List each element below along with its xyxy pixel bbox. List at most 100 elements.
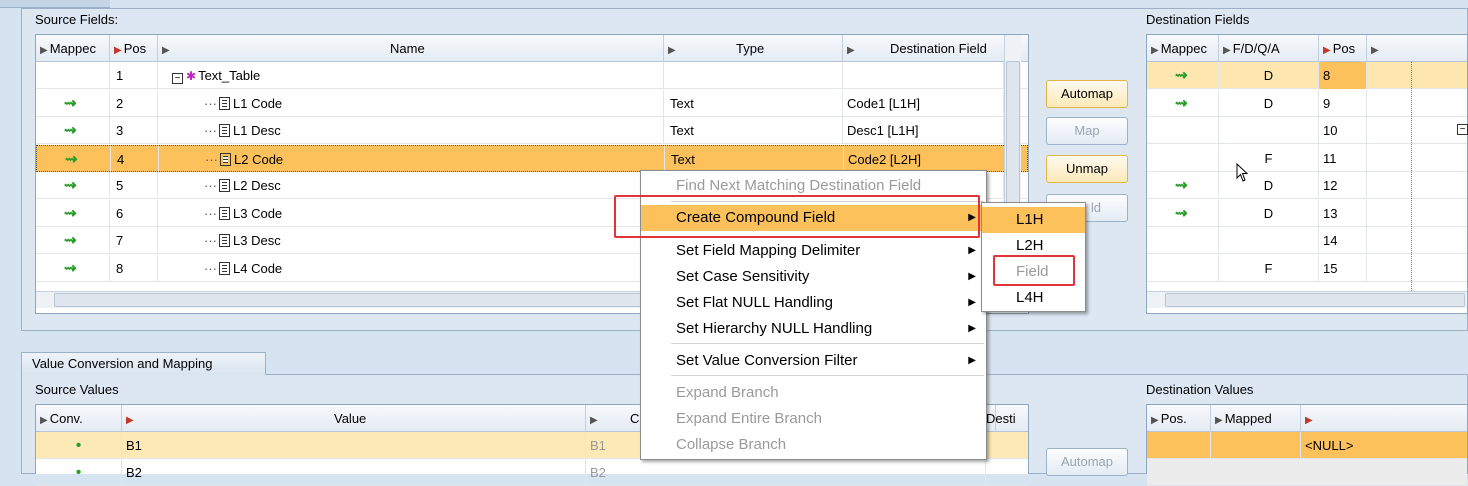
dcol-fdqa[interactable]: ▶ F/D/Q/A (1219, 35, 1319, 62)
mapped-status-cell: ⇝ (36, 199, 110, 227)
mapped-icon: ⇝ (1175, 204, 1188, 222)
menu-item-expand-branch[interactable]: Expand Branch (641, 380, 986, 406)
col-name[interactable]: ▶ Name (158, 35, 664, 62)
col-mapped[interactable]: ▶ Mappec (36, 35, 110, 62)
fdqa-cell: D (1219, 89, 1319, 117)
vcol-destination[interactable]: Desti (986, 405, 1030, 432)
expand-icon[interactable]: − (1457, 124, 1468, 135)
mapped-icon: ⇝ (1175, 67, 1188, 84)
destination-value-row[interactable]: <NULL> (1147, 432, 1467, 459)
menu-item-set-flat-null-handling[interactable]: Set Flat NULL Handling ▶ (641, 290, 986, 316)
top-tab-fragment (0, 0, 110, 8)
submenu-arrow-icon: ▶ (968, 245, 976, 256)
pos-cell: 6 (110, 199, 158, 227)
dest-mapped-cell: ⇝ (1147, 172, 1219, 199)
submenu-arrow-icon: ▶ (968, 271, 976, 282)
destination-divider (1411, 62, 1412, 291)
dest-mapped-cell: ⇝ (1147, 199, 1219, 227)
col-type[interactable]: ▶ Type (664, 35, 843, 62)
menu-item-expand-entire-branch[interactable]: Expand Entire Branch (641, 406, 986, 432)
dest-mapped-cell (1147, 227, 1219, 254)
dvcol-pos[interactable]: ▶ Pos. (1147, 405, 1211, 432)
type-cell: Text (664, 89, 843, 117)
automap-button[interactable]: Automap (1046, 80, 1128, 108)
menu-item-label: Expand Branch (676, 384, 779, 401)
source-field-row[interactable]: ⇝ 4 ··· L2 Code Text Code2 [L2H] (36, 144, 1028, 173)
destination-values-header: ▶ Pos. ▶ Mapped ▶ (1147, 405, 1467, 432)
add-button-label: ld (1090, 200, 1101, 215)
dcol-pos[interactable]: ▶ Pos (1319, 35, 1367, 62)
vcol-value[interactable]: ▶ Value (122, 405, 586, 432)
destination-field-row[interactable]: ⇝ D 8 (1147, 62, 1467, 89)
mapped-icon: ⇝ (64, 94, 77, 112)
menu-item-collapse-branch[interactable]: Collapse Branch (641, 432, 986, 458)
dvcol-value[interactable]: ▶ (1301, 405, 1468, 432)
dv-pos (1147, 432, 1211, 459)
menu-item-set-hierarchy-null-handling[interactable]: Set Hierarchy NULL Handling ▶ (641, 316, 986, 342)
col-destination-field[interactable]: ▶ Destination Field (843, 35, 1008, 62)
automap-values-button[interactable]: Automap (1046, 448, 1128, 476)
mapped-icon: ⇝ (1175, 177, 1188, 194)
vcol-conv[interactable]: ▶ Conv. (36, 405, 122, 432)
value-row[interactable]: • B2 B2 (36, 459, 1028, 486)
field-icon (219, 234, 230, 247)
dvcol-mapped[interactable]: ▶ Mapped (1211, 405, 1301, 432)
destination-field-cell: Desc1 [L1H] (843, 117, 1004, 144)
field-icon (219, 206, 230, 220)
destination-field-row[interactable]: ⇝ D 12 (1147, 172, 1467, 199)
destination-field-row[interactable]: ⇝ D 13 (1147, 199, 1467, 227)
tree-connector: ··· (204, 178, 217, 193)
destination-values-grid[interactable]: ▶ Pos. ▶ Mapped ▶ <NULL> (1146, 404, 1468, 486)
mapped-icon: ⇝ (1175, 94, 1188, 112)
menu-item-label: Set Field Mapping Delimiter (676, 242, 861, 259)
mapped-icon: ⇝ (64, 204, 77, 222)
highlight-field-item (993, 255, 1075, 286)
fdqa-cell (1219, 117, 1319, 144)
destination-field-row[interactable]: 14 (1147, 227, 1467, 254)
dest-mapped-cell (1147, 117, 1219, 144)
destination-hscroll-thumb[interactable] (1165, 293, 1465, 307)
dest-mapped-cell: ⇝ (1147, 89, 1219, 117)
destination-field-row[interactable]: F 15 (1147, 254, 1467, 282)
submenu-item-l4h[interactable]: L4H (982, 285, 1085, 311)
menu-item-label: Set Value Conversion Filter (676, 352, 858, 369)
source-field-row[interactable]: ⇝ 3 ··· L1 Desc Text Desc1 [L1H] (36, 117, 1028, 144)
source-field-row[interactable]: 1− ✱ Text_Table (36, 62, 1028, 89)
unmap-button[interactable]: Unmap (1046, 155, 1128, 183)
dcol-next[interactable]: ▶ (1367, 35, 1468, 62)
field-icon (220, 152, 231, 166)
destination-horizontal-scrollbar[interactable] (1147, 291, 1467, 308)
value-conv-dot: • (36, 459, 122, 486)
dest-pos-cell: 14 (1319, 227, 1367, 254)
destination-field-row[interactable]: 10 (1147, 117, 1467, 144)
destination-values-label: Destination Values (1146, 382, 1254, 397)
field-icon (219, 261, 230, 275)
dcol-mapped[interactable]: ▶ Mappec (1147, 35, 1219, 62)
dest-mapped-cell: ⇝ (1147, 62, 1219, 89)
map-button[interactable]: Map (1046, 117, 1128, 145)
name-cell: ··· L2 Desc (158, 172, 664, 199)
menu-item-set-case-sensitivity[interactable]: Set Case Sensitivity ▶ (641, 264, 986, 290)
fdqa-cell: F (1219, 254, 1319, 282)
menu-item-label: Expand Entire Branch (676, 410, 822, 427)
submenu-arrow-icon: ▶ (968, 355, 976, 366)
tree-connector: ··· (204, 95, 217, 111)
destination-field-cell (843, 62, 1004, 89)
col-pos[interactable]: ▶ Pos (110, 35, 158, 62)
destination-fields-grid[interactable]: ▶ Mappec ▶ F/D/Q/A ▶ Pos ▶ ⇝ D 8 ⇝ D 9 10 F 11 ⇝ D 12 ⇝… (1146, 34, 1468, 314)
mapped-status-cell: ⇝ (37, 145, 111, 173)
field-name: L1 Code (233, 95, 283, 111)
destination-field-row[interactable]: F 11 (1147, 144, 1467, 172)
menu-item-set-field-mapping-delimiter[interactable]: Set Field Mapping Delimiter ▶ (641, 238, 986, 264)
menu-item-label: Find Next Matching Destination Field (676, 177, 922, 194)
submenu-item-l1h[interactable]: L1H (982, 207, 1085, 233)
menu-separator (671, 375, 984, 376)
source-field-row[interactable]: ⇝ 2 ··· L1 Code Text Code1 [L1H] (36, 89, 1028, 117)
destination-field-cell: Code2 [L2H] (844, 145, 1005, 173)
menu-item-set-value-conversion-filter[interactable]: Set Value Conversion Filter ▶ (641, 348, 986, 374)
name-cell: ··· L1 Code (158, 89, 664, 117)
destination-value-row[interactable] (1147, 459, 1467, 486)
value-conversion-tab[interactable]: Value Conversion and Mapping (21, 352, 266, 375)
collapse-icon[interactable]: − (172, 73, 183, 84)
destination-field-row[interactable]: ⇝ D 9 (1147, 89, 1467, 117)
